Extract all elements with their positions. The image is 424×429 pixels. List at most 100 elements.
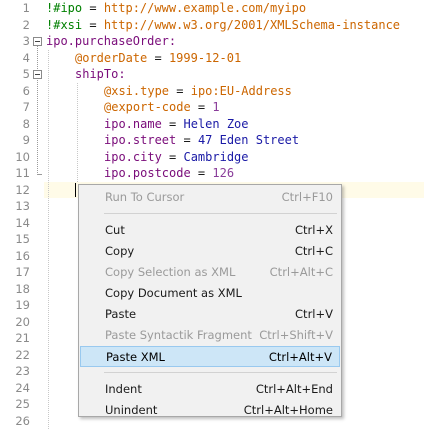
line-number: 2 xyxy=(0,17,32,34)
code-token: 1999-12-01 xyxy=(169,51,241,65)
code-line[interactable]: shipTo: xyxy=(75,66,126,83)
line-number-gutter: 1234567891011121314151617181920212223242… xyxy=(0,0,32,417)
line-number: 25 xyxy=(0,396,32,413)
line-number: 3 xyxy=(0,33,32,50)
menu-separator xyxy=(104,372,337,373)
menu-item-label: Unindent xyxy=(105,400,157,421)
code-line[interactable]: ipo.name = Helen Zoe xyxy=(104,116,249,133)
code-token: 126 xyxy=(212,166,234,180)
line-number: 13 xyxy=(0,198,32,215)
menu-item-label: Indent xyxy=(105,379,142,400)
code-token: = xyxy=(176,133,198,147)
indent-guide xyxy=(48,50,49,429)
line-number: 16 xyxy=(0,248,32,265)
code-token: !#xsi xyxy=(46,18,82,32)
menu-item-copy-selection-as-xml: Copy Selection as XMLCtrl+Alt+C xyxy=(80,262,340,283)
line-number: 14 xyxy=(0,215,32,232)
menu-item-shortcut: Ctrl+C xyxy=(295,241,333,262)
line-number: 22 xyxy=(0,347,32,364)
context-menu: Run To Cursor Ctrl+F10 Cut Ctrl+X Copy Ctrl+C… xyxy=(78,184,342,417)
menu-item-label: Copy Document as XML xyxy=(105,283,242,304)
menu-item-shortcut: Ctrl+Alt+V xyxy=(269,347,332,368)
code-line[interactable]: @orderDate = 1999-12-01 xyxy=(75,50,241,67)
line-number: 26 xyxy=(0,413,32,429)
menu-item-label: Cut xyxy=(105,220,125,241)
code-token: http://www.w3.org/2001/XMLSchema-instanc… xyxy=(104,18,400,32)
menu-item-paste[interactable]: Paste Ctrl+V xyxy=(80,304,340,325)
code-line[interactable]: ipo.purchaseOrder: xyxy=(46,33,176,50)
menu-item-copy-document-as-xml[interactable]: Copy Document as XML xyxy=(80,283,340,304)
menu-item-cut[interactable]: Cut Ctrl+X xyxy=(80,220,340,241)
code-token: ipo.street xyxy=(104,133,176,147)
line-number: 10 xyxy=(0,149,32,166)
line-number: 5 xyxy=(0,66,32,83)
code-line[interactable]: !#ipo = http://www.example.com/myipo xyxy=(46,0,306,17)
code-token: @orderDate xyxy=(75,51,147,65)
menu-item-label: Run To Cursor xyxy=(105,187,184,208)
menu-item-shortcut: Ctrl+Alt+Home xyxy=(244,400,333,421)
code-line[interactable]: ipo.street = 47 Eden Street xyxy=(104,132,299,149)
code-line[interactable]: ipo.city = Cambridge xyxy=(104,149,249,166)
line-number: 9 xyxy=(0,132,32,149)
menu-item-indent[interactable]: Indent Ctrl+Alt+End xyxy=(80,379,340,400)
menu-item-copy[interactable]: Copy Ctrl+C xyxy=(80,241,340,262)
line-number: 17 xyxy=(0,264,32,281)
menu-separator xyxy=(104,213,337,214)
code-token: @xsi.type xyxy=(104,84,169,98)
menu-item-shortcut: Ctrl+V xyxy=(295,304,333,325)
line-number: 6 xyxy=(0,83,32,100)
code-token: = xyxy=(162,117,184,131)
line-number: 24 xyxy=(0,380,32,397)
code-token: Cambridge xyxy=(183,150,248,164)
line-number: 7 xyxy=(0,99,32,116)
code-token: !#ipo xyxy=(46,1,82,15)
fold-toggle-icon[interactable] xyxy=(33,37,42,46)
indent-guide xyxy=(77,83,78,182)
menu-item-shortcut: Ctrl+Alt+End xyxy=(256,379,333,400)
menu-item-shortcut: Ctrl+Shift+V xyxy=(259,325,333,346)
fold-toggle-icon[interactable] xyxy=(33,70,42,79)
code-token: ipo:EU-Address xyxy=(191,84,292,98)
code-token: = xyxy=(162,150,184,164)
line-number: 20 xyxy=(0,314,32,331)
line-number: 1 xyxy=(0,0,32,17)
code-token: ipo.postcode xyxy=(104,166,191,180)
code-token: ipo.city xyxy=(104,150,162,164)
fold-end-marker xyxy=(37,174,42,175)
code-line[interactable]: @xsi.type = ipo:EU-Address xyxy=(104,83,292,100)
menu-item-shortcut: Ctrl+F10 xyxy=(282,187,333,208)
code-line[interactable]: ipo.postcode = 126 xyxy=(104,165,234,182)
menu-item-run-to-cursor: Run To Cursor Ctrl+F10 xyxy=(80,187,340,208)
line-number: 21 xyxy=(0,330,32,347)
code-token: 1 xyxy=(212,100,219,114)
code-line[interactable]: !#xsi = http://www.w3.org/2001/XMLSchema… xyxy=(46,17,400,34)
line-number: 8 xyxy=(0,116,32,133)
menu-item-shortcut: Ctrl+X xyxy=(295,220,333,241)
line-number: 11 xyxy=(0,165,32,182)
code-token: = xyxy=(147,51,169,65)
code-token: ipo.name xyxy=(104,117,162,131)
line-number: 12 xyxy=(0,182,32,199)
code-line[interactable]: @export-code = 1 xyxy=(104,99,220,116)
code-token: = xyxy=(191,100,213,114)
code-token: ipo.purchaseOrder: xyxy=(46,34,176,48)
menu-item-label: Paste xyxy=(105,304,136,325)
code-token: = xyxy=(82,18,104,32)
menu-item-label: Copy xyxy=(105,241,134,262)
menu-item-paste-xml[interactable]: Paste XML Ctrl+Alt+V xyxy=(80,346,340,367)
code-token: http://www.example.com/myipo xyxy=(104,1,306,15)
menu-item-label: Copy Selection as XML xyxy=(105,262,235,283)
code-token: 47 Eden Street xyxy=(198,133,299,147)
code-token: Helen Zoe xyxy=(183,117,248,131)
menu-item-unindent[interactable]: Unindent Ctrl+Alt+Home xyxy=(80,400,340,421)
code-token: = xyxy=(169,84,191,98)
code-token: shipTo: xyxy=(75,67,126,81)
line-number: 18 xyxy=(0,281,32,298)
text-caret xyxy=(75,183,76,197)
menu-item-label: Paste Syntactik Fragment xyxy=(105,325,252,346)
menu-item-label: Paste XML xyxy=(106,347,165,368)
code-token: = xyxy=(191,166,213,180)
code-token: @export-code xyxy=(104,100,191,114)
line-number: 19 xyxy=(0,297,32,314)
line-number: 23 xyxy=(0,363,32,380)
